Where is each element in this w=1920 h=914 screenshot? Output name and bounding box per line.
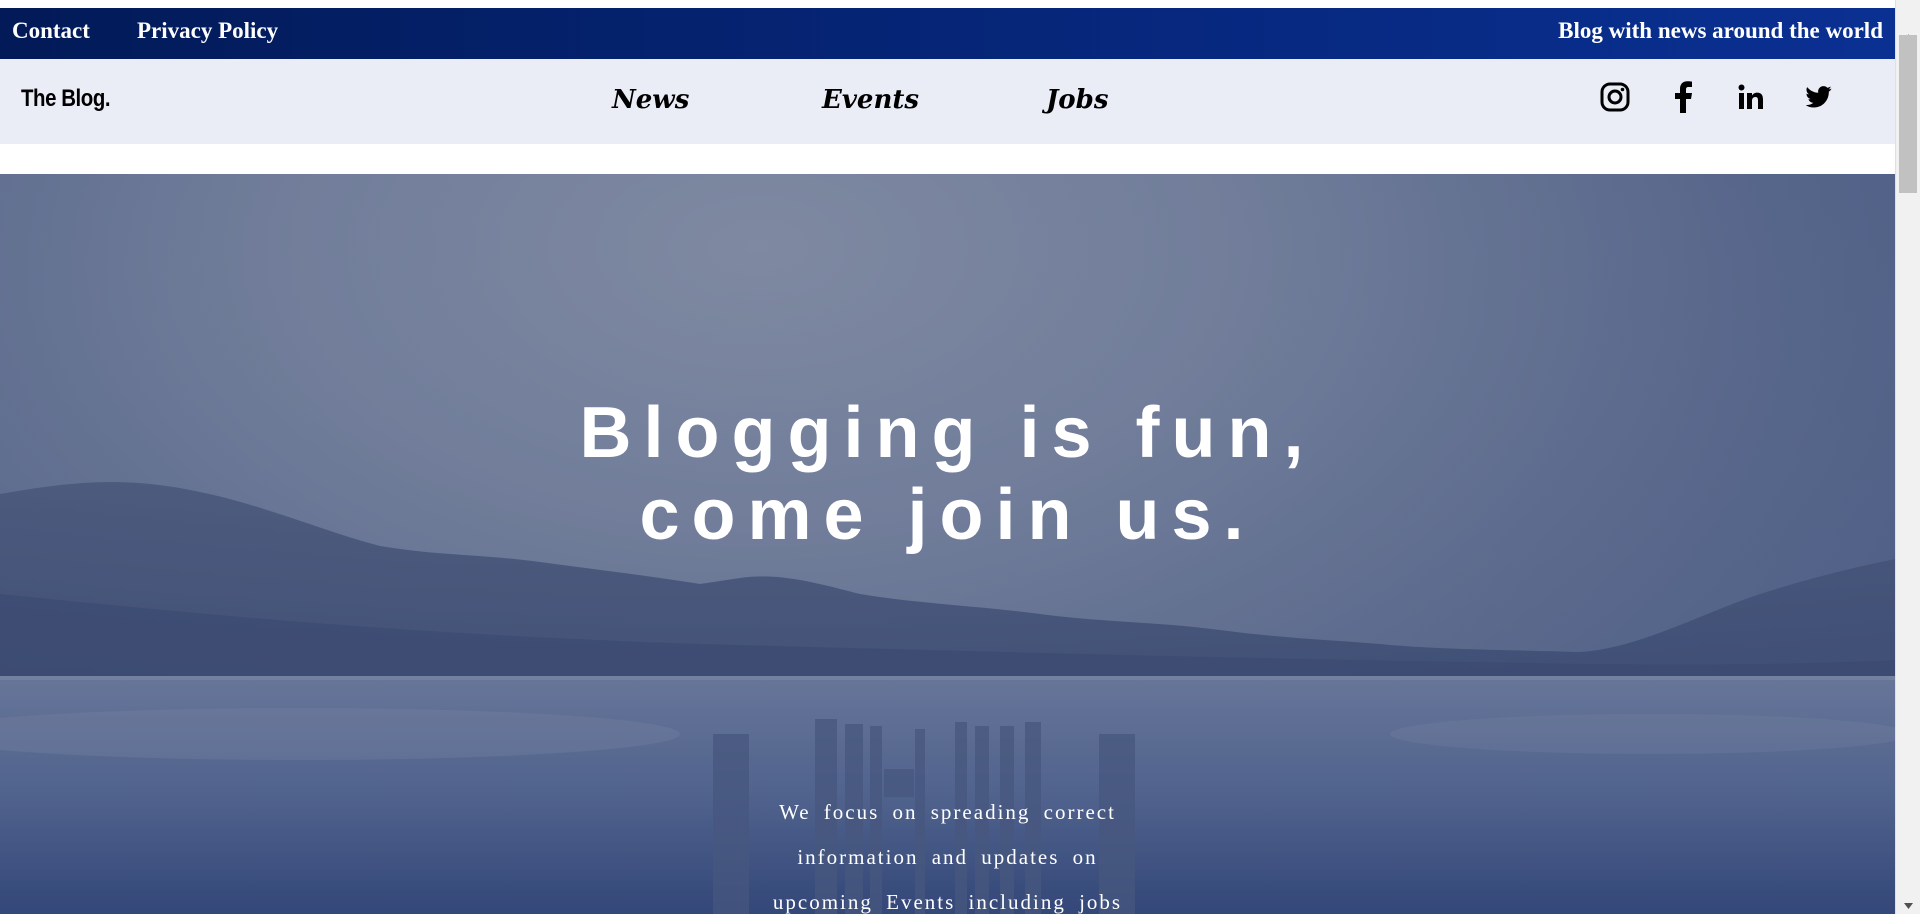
hero-heading-line-1: Blogging is fun, xyxy=(579,393,1316,473)
hero-description-line-1: We focus on spreading correct xyxy=(779,800,1116,824)
hero-section: Blogging is fun, come join us. We focus … xyxy=(0,174,1895,914)
nav-link-news[interactable]: News xyxy=(612,85,689,115)
top-bar: Contact Privacy Policy Blog with news ar… xyxy=(0,8,1895,59)
twitter-icon[interactable] xyxy=(1801,79,1837,115)
contact-link[interactable]: Contact xyxy=(12,18,90,44)
hero-heading: Blogging is fun, come join us. xyxy=(0,392,1895,556)
hero-description: We focus on spreading correct informatio… xyxy=(760,790,1135,914)
hero-description-line-2: information and updates on xyxy=(797,845,1098,869)
scroll-down-arrow-icon[interactable] xyxy=(1896,897,1920,914)
linkedin-icon[interactable] xyxy=(1733,79,1769,115)
nav-link-events[interactable]: Events xyxy=(822,85,919,115)
nav-spacer xyxy=(0,144,1895,174)
privacy-policy-link[interactable]: Privacy Policy xyxy=(137,18,278,44)
page-scrollbar[interactable] xyxy=(1895,0,1920,914)
facebook-icon[interactable] xyxy=(1665,79,1701,115)
nav-link-jobs[interactable]: Jobs xyxy=(1046,85,1108,115)
brand-logo[interactable]: The Blog. xyxy=(21,85,111,113)
site-tagline: Blog with news around the world xyxy=(1558,18,1883,43)
hero-heading-line-2: come join us. xyxy=(639,475,1256,555)
scrollbar-thumb[interactable] xyxy=(1899,35,1917,193)
main-navbar: The Blog. News Events Jobs xyxy=(0,59,1895,144)
hero-description-line-3: upcoming Events including jobs xyxy=(772,890,1123,914)
instagram-icon[interactable] xyxy=(1597,79,1633,115)
page: Contact Privacy Policy Blog with news ar… xyxy=(0,0,1920,914)
